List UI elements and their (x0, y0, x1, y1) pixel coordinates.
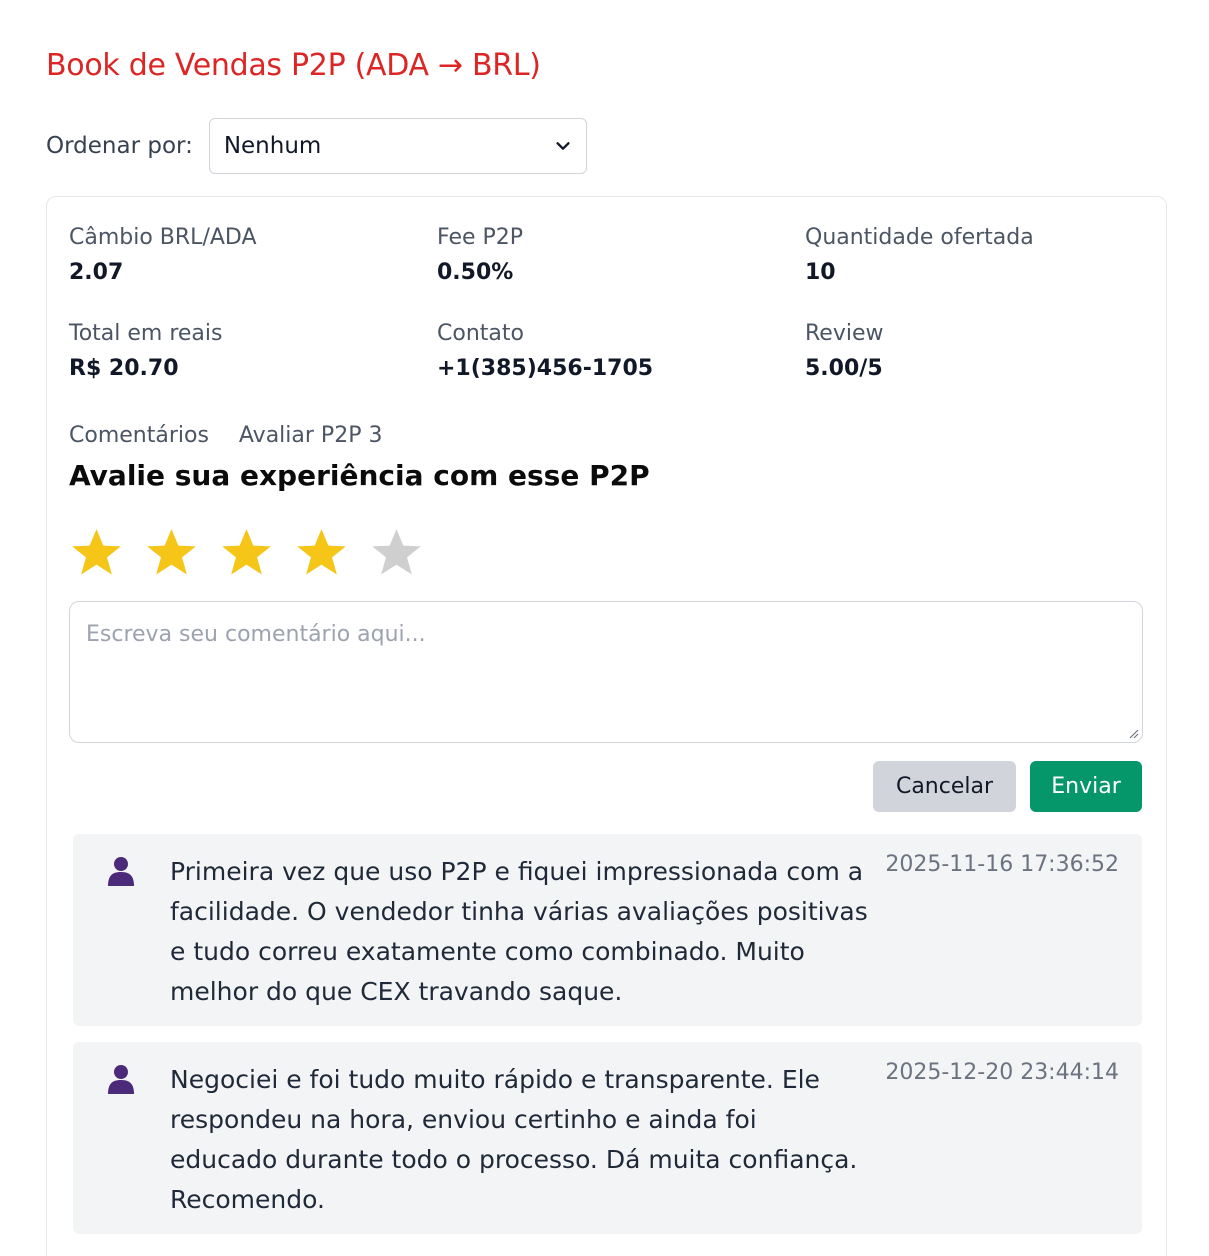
stat-value: R$ 20.70 (69, 356, 179, 381)
stat-quantity: Quantidade ofertada 10 (805, 223, 1149, 289)
offer-stats: Câmbio BRL/ADA 2.07 Fee P2P 0.50% Quanti… (69, 223, 1149, 385)
star-icon[interactable] (294, 525, 349, 580)
stat-label: Review (805, 321, 884, 346)
stat-label: Fee P2P (437, 225, 524, 250)
stat-value: 10 (805, 260, 836, 285)
tab-rate[interactable]: Avaliar P2P 3 (239, 423, 383, 448)
tab-comments[interactable]: Comentários (69, 423, 209, 448)
cancel-button[interactable]: Cancelar (873, 761, 1016, 812)
star-rating (69, 525, 424, 580)
user-icon (108, 857, 134, 886)
stat-value: +1(385)456-1705 (437, 356, 654, 381)
star-icon[interactable] (69, 525, 124, 580)
stat-contact: Contato +1(385)456-1705 (437, 319, 805, 385)
comment-timestamp: 2025-12-20 23:44:14 (885, 1060, 1119, 1085)
chevron-down-icon (556, 142, 570, 150)
comment-text: Primeira vez que uso P2P e fiquei impres… (170, 857, 868, 1006)
star-icon[interactable] (144, 525, 199, 580)
comment-timestamp: 2025-11-16 17:36:52 (885, 852, 1119, 877)
comment-item: Negociei e foi tudo muito rápido e trans… (73, 1042, 1142, 1234)
comment-textarea[interactable]: Escreva seu comentário aqui... (69, 601, 1143, 743)
stat-label: Total em reais (69, 321, 223, 346)
stat-fee: Fee P2P 0.50% (437, 223, 805, 289)
stat-value: 5.00/5 (805, 356, 883, 381)
star-icon[interactable] (369, 525, 424, 580)
stat-exchange-rate: Câmbio BRL/ADA 2.07 (69, 223, 437, 289)
comment-item: Primeira vez que uso P2P e fiquei impres… (73, 834, 1142, 1026)
stat-label: Quantidade ofertada (805, 225, 1034, 250)
card-tabs: Comentários Avaliar P2P 3 (69, 423, 382, 448)
send-button[interactable]: Enviar (1030, 761, 1142, 812)
star-icon[interactable] (219, 525, 274, 580)
resize-grip-icon[interactable] (1127, 727, 1139, 739)
stat-label: Contato (437, 321, 524, 346)
stat-value: 2.07 (69, 260, 124, 285)
page-title: Book de Vendas P2P (ADA → BRL) (46, 48, 541, 83)
stat-value: 0.50% (437, 260, 514, 285)
rating-heading: Avalie sua experiência com esse P2P (69, 459, 650, 492)
p2p-offer-card: Câmbio BRL/ADA 2.07 Fee P2P 0.50% Quanti… (46, 196, 1167, 1256)
sort-label: Ordenar por: (46, 133, 193, 159)
comment-text: Negociei e foi tudo muito rápido e trans… (170, 1065, 858, 1214)
stat-review: Review 5.00/5 (805, 319, 1149, 385)
stat-label: Câmbio BRL/ADA (69, 225, 257, 250)
sort-control: Ordenar por: Nenhum (46, 118, 587, 174)
sort-select-value: Nenhum (223, 133, 322, 159)
user-icon (108, 1065, 134, 1094)
sort-select[interactable]: Nenhum (208, 118, 587, 174)
stat-total: Total em reais R$ 20.70 (69, 319, 437, 385)
comment-placeholder: Escreva seu comentário aqui... (86, 622, 426, 647)
